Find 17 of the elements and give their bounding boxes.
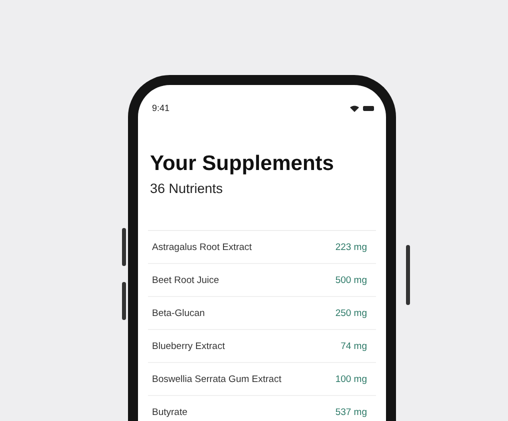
- nutrient-name: Beta-Glucan: [152, 308, 205, 318]
- status-time: 9:41: [152, 103, 170, 113]
- nutrient-name: Butyrate: [152, 406, 188, 418]
- nutrient-name: Blueberry Extract: [152, 340, 225, 352]
- battery-icon: [363, 106, 374, 110]
- nutrient-count: 36 Nutrients: [149, 181, 224, 196]
- nutrient-amount: 537 mg: [335, 406, 367, 418]
- wifi-icon: [350, 104, 359, 112]
- page-title: Your Supplements: [149, 152, 335, 176]
- nutrient-amount: 223 mg: [335, 242, 367, 252]
- nutrient-amount: 500 mg: [335, 274, 367, 286]
- nutrient-amount: 100 mg: [335, 374, 367, 384]
- nutrient-name: Astragalus Root Extract: [152, 242, 252, 252]
- nutrient-amount: 74 mg: [340, 340, 367, 352]
- nutrient-amount: 250 mg: [335, 308, 367, 318]
- nutrient-name: Beet Root Juice: [152, 274, 220, 286]
- nutrient-name: Boswellia Serrata Gum Extract: [152, 374, 282, 384]
